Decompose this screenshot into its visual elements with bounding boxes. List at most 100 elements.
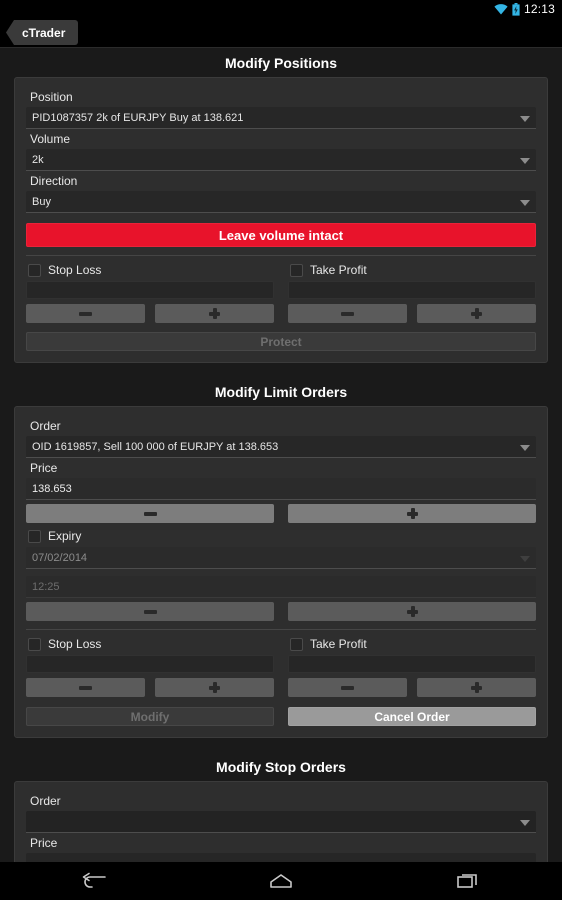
limit-expiry-label: Expiry <box>48 529 82 543</box>
positions-sltp-group: Stop Loss Take Profit <box>26 262 536 323</box>
limit-order-spinner[interactable]: OID 1619857, Sell 100 000 of EURJPY at 1… <box>26 436 536 458</box>
leave-volume-intact-button[interactable]: Leave volume intact <box>26 223 536 247</box>
chevron-down-icon <box>520 199 530 206</box>
checkbox-icon[interactable] <box>28 529 41 543</box>
limit-cancel-order-button[interactable]: Cancel Order <box>288 707 536 726</box>
positions-stop-loss-label: Stop Loss <box>48 263 102 277</box>
positions-take-profit-input[interactable] <box>288 281 536 299</box>
stop-price-input[interactable] <box>26 853 536 862</box>
positions-stop-loss-plus-button[interactable] <box>155 304 274 323</box>
direction-spinner-value: Buy <box>32 195 51 208</box>
section-title-positions: Modify Positions <box>0 48 562 77</box>
card-modify-limit-orders: Order OID 1619857, Sell 100 000 of EURJP… <box>14 406 548 738</box>
back-icon <box>82 872 106 888</box>
limit-take-profit-checkbox-row[interactable]: Take Profit <box>288 636 536 655</box>
limit-stop-loss-label: Stop Loss <box>48 637 102 651</box>
positions-take-profit-checkbox-row[interactable]: Take Profit <box>288 262 536 281</box>
stop-order-spinner[interactable] <box>26 811 536 833</box>
positions-take-profit-minus-button[interactable] <box>288 304 407 323</box>
plus-icon <box>209 308 220 319</box>
limit-take-profit-label: Take Profit <box>310 637 367 651</box>
nav-recents-button[interactable] <box>438 862 498 900</box>
positions-stop-loss-input[interactable] <box>26 281 274 299</box>
limit-stop-loss-stepper <box>26 678 274 697</box>
positions-take-profit-stepper <box>288 304 536 323</box>
limit-expiry-time-stepper <box>26 602 536 621</box>
limit-stop-loss-input[interactable] <box>26 655 274 673</box>
chevron-down-icon <box>520 444 530 451</box>
section-title-stop-orders: Modify Stop Orders <box>0 752 562 781</box>
nav-back-button[interactable] <box>64 862 124 900</box>
chevron-down-icon <box>520 115 530 122</box>
position-spinner-value: PID1087357 2k of EURJPY Buy at 138.621 <box>32 111 244 124</box>
positions-stop-loss-checkbox-row[interactable]: Stop Loss <box>26 262 274 281</box>
battery-icon <box>512 2 520 16</box>
limit-take-profit-plus-button[interactable] <box>417 678 536 697</box>
card-modify-positions: Position PID1087357 2k of EURJPY Buy at … <box>14 77 548 363</box>
checkbox-icon[interactable] <box>290 263 303 277</box>
limit-price-value: 138.653 <box>32 482 72 495</box>
limit-expiry-checkbox-row[interactable]: Expiry <box>26 528 536 547</box>
home-icon <box>270 874 292 888</box>
limit-sltp-group: Stop Loss Take Profit <box>26 636 536 697</box>
limit-price-minus-button[interactable] <box>26 504 274 523</box>
limit-expiry-date-value: 07/02/2014 <box>32 551 88 564</box>
volume-spinner[interactable]: 2k <box>26 149 536 171</box>
chevron-down-icon <box>520 819 530 826</box>
minus-icon <box>341 311 354 316</box>
minus-icon <box>143 609 157 614</box>
limit-take-profit-input[interactable] <box>288 655 536 673</box>
limit-expiry-date-spinner[interactable]: 07/02/2014 <box>26 547 536 569</box>
limit-order-spinner-value: OID 1619857, Sell 100 000 of EURJPY at 1… <box>32 440 279 453</box>
minus-icon <box>143 511 157 516</box>
divider <box>26 255 536 256</box>
nav-home-button[interactable] <box>251 862 311 900</box>
limit-stop-loss-minus-button[interactable] <box>26 678 145 697</box>
label-limit-price: Price <box>30 461 58 475</box>
checkbox-icon[interactable] <box>28 637 41 651</box>
android-nav-bar <box>0 862 562 900</box>
protect-button[interactable]: Protect <box>26 332 536 351</box>
limit-stop-loss-group: Stop Loss <box>26 636 274 697</box>
positions-stop-loss-stepper <box>26 304 274 323</box>
plus-icon <box>406 606 418 617</box>
volume-spinner-value: 2k <box>32 153 44 166</box>
limit-expiry-time-value: 12:25 <box>32 580 60 593</box>
plus-icon <box>209 682 220 693</box>
positions-take-profit-plus-button[interactable] <box>417 304 536 323</box>
app-tab-label: cTrader <box>22 25 66 40</box>
limit-stop-loss-plus-button[interactable] <box>155 678 274 697</box>
chevron-down-icon <box>520 555 530 562</box>
limit-expiry-time-minus-button[interactable] <box>26 602 274 621</box>
limit-take-profit-group: Take Profit <box>288 636 536 697</box>
checkbox-icon[interactable] <box>28 263 41 277</box>
limit-price-input[interactable]: 138.653 <box>26 478 536 500</box>
minus-icon <box>341 685 354 690</box>
action-bar: cTrader <box>0 18 562 48</box>
label-stop-order: Order <box>30 794 61 808</box>
wifi-icon <box>494 3 508 15</box>
positions-take-profit-group: Take Profit <box>288 262 536 323</box>
app-screen: 12:13 cTrader Modify Positions Position … <box>0 0 562 900</box>
limit-expiry-time-input[interactable]: 12:25 <box>26 576 536 598</box>
label-position: Position <box>30 90 73 104</box>
positions-take-profit-label: Take Profit <box>310 263 367 277</box>
limit-take-profit-stepper <box>288 678 536 697</box>
limit-stop-loss-checkbox-row[interactable]: Stop Loss <box>26 636 274 655</box>
position-spinner[interactable]: PID1087357 2k of EURJPY Buy at 138.621 <box>26 107 536 129</box>
recents-icon <box>457 874 478 888</box>
limit-price-plus-button[interactable] <box>288 504 536 523</box>
scroll-content[interactable]: Modify Positions Position PID1087357 2k … <box>0 48 562 862</box>
app-tab-ctrader[interactable]: cTrader <box>6 20 79 45</box>
positions-stop-loss-group: Stop Loss <box>26 262 274 323</box>
limit-expiry-time-plus-button[interactable] <box>288 602 536 621</box>
positions-stop-loss-minus-button[interactable] <box>26 304 145 323</box>
limit-take-profit-minus-button[interactable] <box>288 678 407 697</box>
direction-spinner[interactable]: Buy <box>26 191 536 213</box>
limit-price-stepper <box>26 504 536 523</box>
label-stop-price: Price <box>30 836 58 850</box>
status-bar: 12:13 <box>0 0 562 18</box>
limit-modify-button[interactable]: Modify <box>26 707 274 726</box>
status-bar-clock: 12:13 <box>523 2 555 16</box>
checkbox-icon[interactable] <box>290 637 303 651</box>
